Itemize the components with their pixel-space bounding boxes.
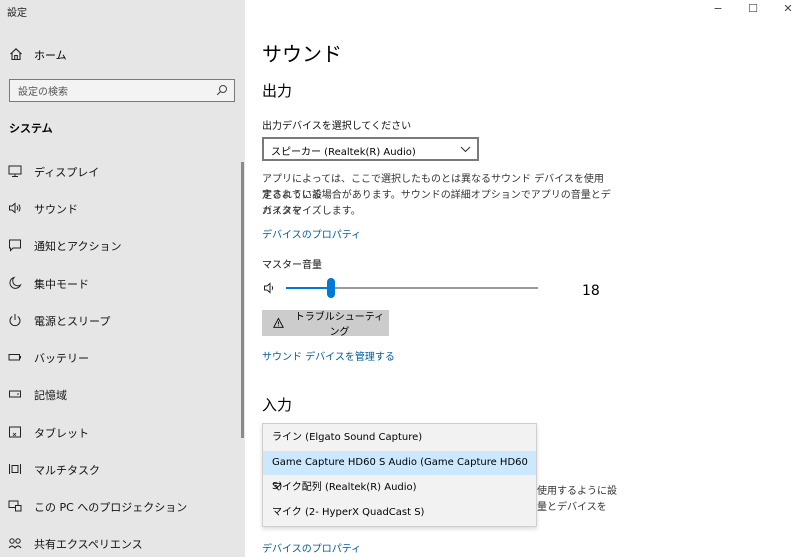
slider-thumb[interactable] [327, 278, 336, 298]
sidebar-item-multitask[interactable]: マルチタスク [0, 454, 242, 484]
multitask-icon [9, 464, 21, 474]
shared-icon [8, 538, 22, 549]
sidebar-item-home[interactable]: ホーム [0, 42, 245, 68]
sidebar-item-label: マルチタスク [34, 464, 100, 477]
storage-icon [9, 390, 21, 398]
sidebar-item-sound[interactable]: サウンド [0, 193, 242, 223]
sidebar-item-focus[interactable]: 集中モード [0, 268, 242, 298]
manage-sound-devices-link[interactable]: サウンド デバイスを管理する [262, 348, 395, 363]
sidebar-item-shared[interactable]: 共有エクスペリエンス [0, 528, 242, 557]
display-icon [8, 165, 22, 177]
master-volume-slider[interactable] [286, 278, 538, 298]
chevron-down-icon [460, 146, 471, 153]
input-description-partial: 使用するように設 [537, 486, 617, 497]
slider-fill [286, 287, 332, 289]
sidebar-scrollbar[interactable] [241, 162, 244, 438]
output-device-properties-link[interactable]: デバイスのプロパティ [262, 226, 361, 241]
input-description-partial: 量とデバイスを [537, 502, 607, 513]
sidebar-item-notifications[interactable]: 通知とアクション [0, 230, 242, 260]
input-heading: 入力 [262, 396, 293, 414]
settings-search[interactable] [9, 79, 235, 103]
sidebar-item-display[interactable]: ディスプレイ [0, 156, 242, 186]
search-icon[interactable] [216, 84, 228, 96]
maximize-button[interactable]: ☐ [743, 2, 763, 18]
sidebar-item-projection[interactable]: この PC へのプロジェクション [0, 491, 242, 521]
battery-icon [8, 354, 21, 361]
search-input[interactable] [10, 82, 200, 103]
sidebar: 設定 ホーム システム ディスプレイ サウンド 通知とアクション 集中モード 電… [0, 0, 245, 557]
dropdown-option[interactable]: マイク (2- HyperX QuadCast S) [263, 501, 536, 525]
sidebar-item-label: 記憶域 [34, 389, 67, 402]
tablet-icon [9, 426, 21, 438]
output-heading: 出力 [262, 82, 293, 100]
power-icon [9, 314, 21, 327]
input-device-dropdown[interactable]: ライン (Elgato Sound Capture) Game Capture … [262, 423, 537, 527]
troubleshoot-button[interactable]: トラブルシューティング [262, 310, 389, 338]
page-title: サウンド [262, 42, 342, 66]
troubleshoot-label: トラブルシューティング [294, 312, 385, 338]
notification-icon [9, 239, 21, 252]
sidebar-item-battery[interactable]: バッテリー [0, 342, 242, 372]
sidebar-item-label: この PC へのプロジェクション [34, 501, 188, 514]
sidebar-item-label: バッテリー [34, 352, 89, 365]
master-volume-label: マスター音量 [262, 260, 322, 271]
sidebar-section-title: システム [9, 122, 53, 135]
sidebar-item-label: 集中モード [34, 278, 89, 291]
moon-icon [9, 276, 22, 289]
sidebar-item-tablet[interactable]: タブレット [0, 417, 242, 447]
output-device-label: 出力デバイスを選択してください [262, 121, 412, 132]
app-title: 設定 [7, 8, 27, 19]
sidebar-item-storage[interactable]: 記憶域 [0, 379, 242, 409]
projection-icon [8, 500, 22, 512]
dropdown-option[interactable]: マイク配列 (Realtek(R) Audio) [263, 476, 536, 500]
speaker-icon[interactable] [263, 281, 277, 295]
sidebar-item-label: ホーム [34, 49, 67, 62]
sidebar-item-label: 共有エクスペリエンス [34, 538, 143, 551]
output-device-value: スピーカー (Realtek(R) Audio) [271, 147, 416, 158]
sidebar-item-label: サウンド [34, 203, 78, 216]
dropdown-option[interactable]: ライン (Elgato Sound Capture) [263, 426, 536, 450]
home-icon [10, 48, 22, 61]
sidebar-item-power[interactable]: 電源とスリープ [0, 305, 242, 335]
sidebar-item-label: ディスプレイ [34, 166, 100, 179]
input-device-properties-link[interactable]: デバイスのプロパティ [262, 540, 361, 555]
dropdown-option-highlighted[interactable]: Game Capture HD60 S Audio (Game Capture … [263, 451, 536, 492]
sidebar-item-label: 電源とスリープ [34, 315, 111, 328]
master-volume-value: 18 [582, 283, 600, 299]
warning-icon [273, 317, 284, 328]
speaker-icon [9, 202, 21, 214]
sidebar-item-label: 通知とアクション [34, 240, 122, 253]
output-description-line: カスタマイズします。 [262, 206, 361, 217]
close-button[interactable]: ✕ [778, 2, 798, 18]
sidebar-item-label: タブレット [34, 427, 89, 440]
output-device-select[interactable]: スピーカー (Realtek(R) Audio) [262, 137, 479, 161]
minimize-button[interactable]: − [708, 2, 728, 18]
